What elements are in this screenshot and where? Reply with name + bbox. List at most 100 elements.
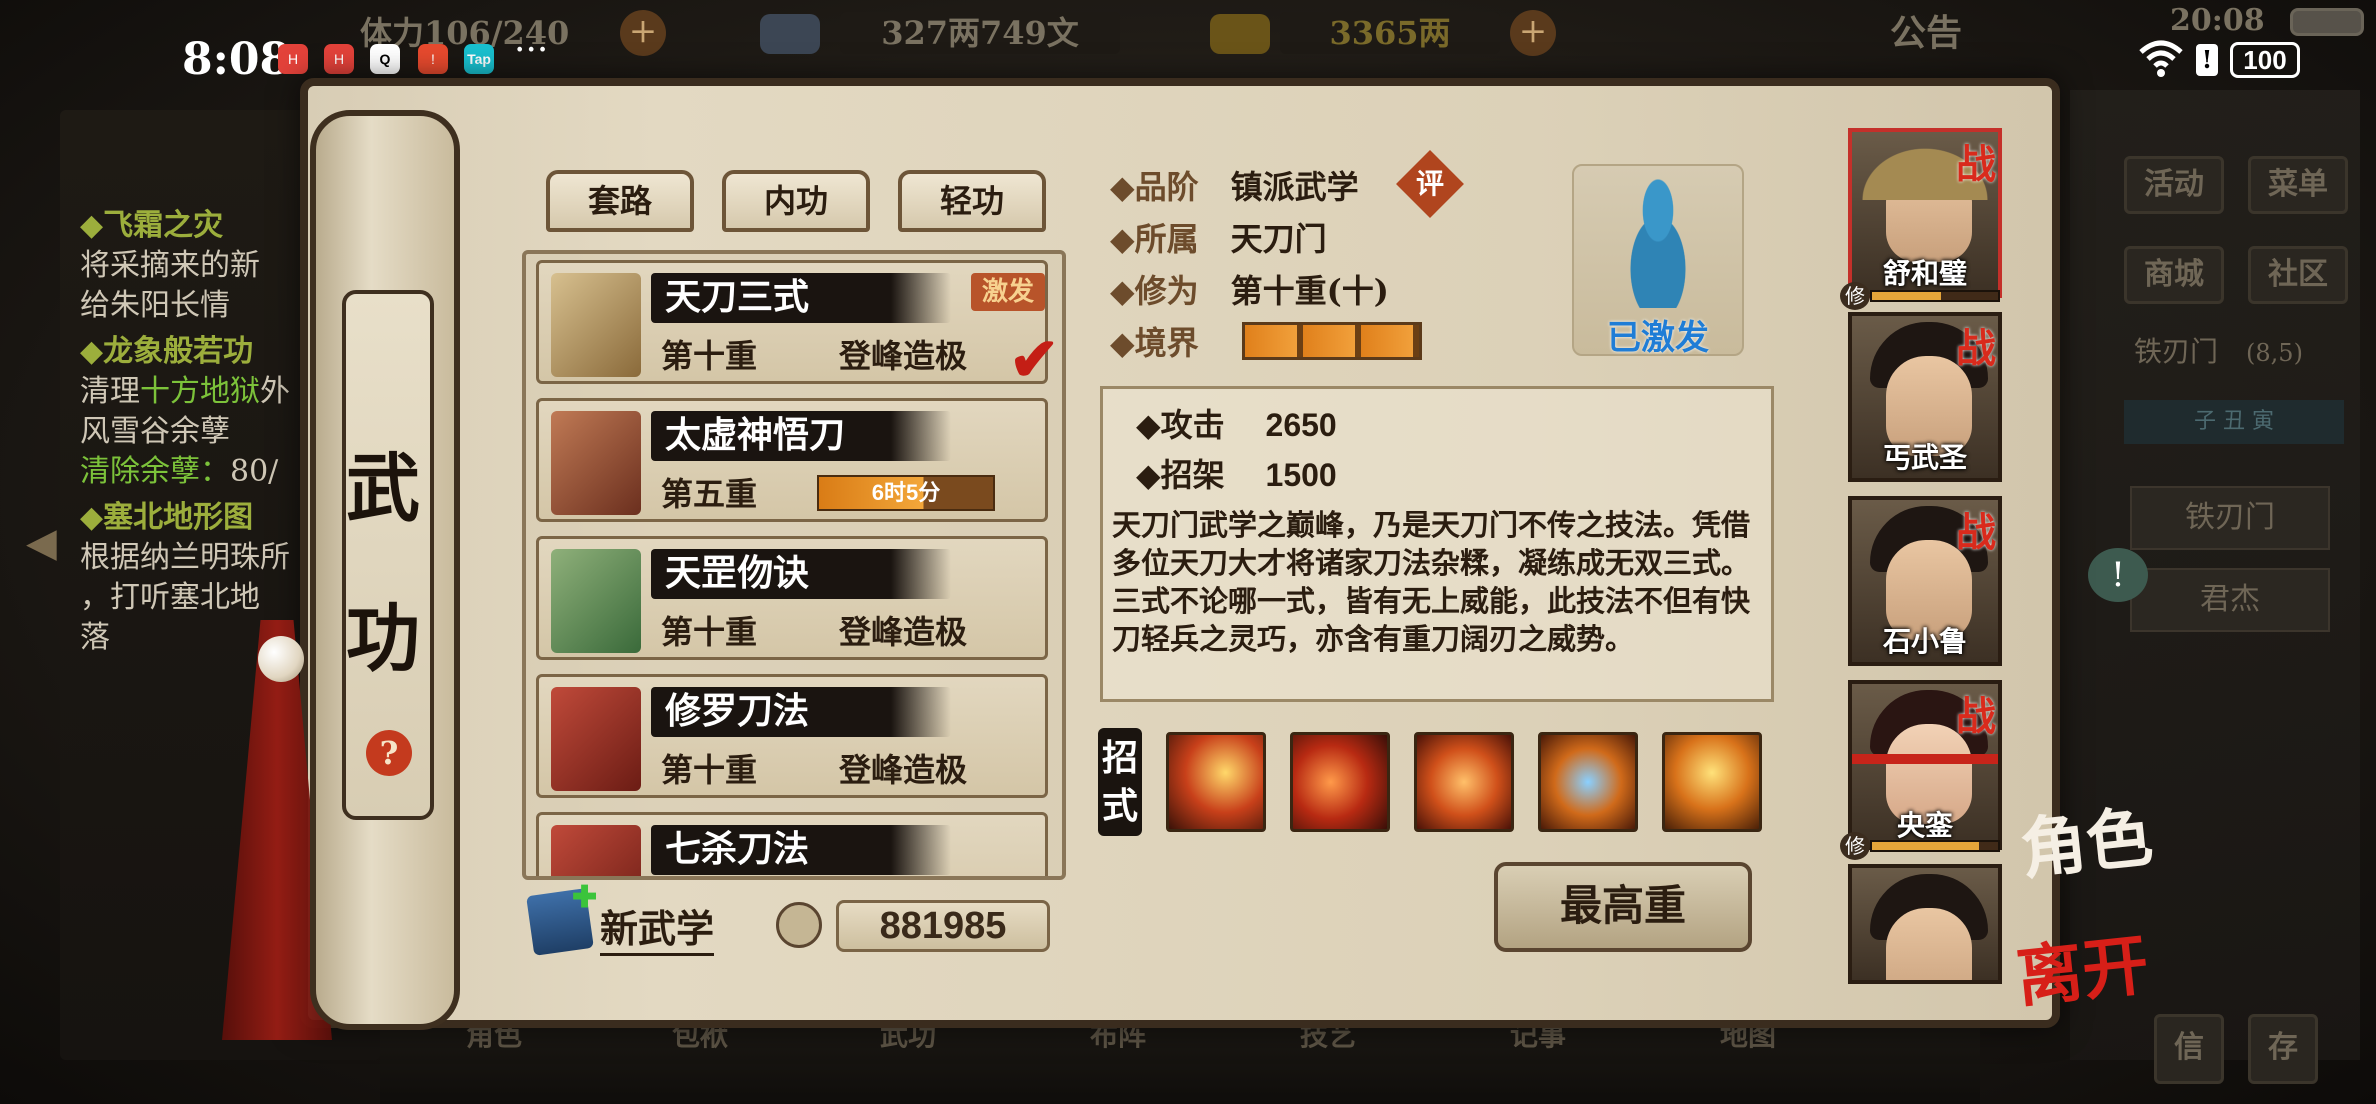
nav-skills[interactable]: 技艺 <box>1300 1020 1390 1090</box>
character-name: 央銮 <box>1896 809 1953 842</box>
character-button[interactable]: 角色 <box>2015 783 2156 892</box>
quest-title: ◆飞霜之灾 <box>80 208 224 243</box>
skill-name: 天罡伆诀 <box>651 549 951 599</box>
skill-rank: 登峰造极 <box>839 751 968 789</box>
move-slot-icon[interactable] <box>1538 732 1638 832</box>
battle-tag: 战 <box>1956 325 1996 372</box>
quest-text: ，打听塞北地 <box>80 580 260 615</box>
tab-lightness[interactable]: 轻功 <box>898 170 1046 232</box>
battle-tag: 战 <box>1956 141 1996 188</box>
save-button[interactable]: 存 <box>2248 1014 2318 1084</box>
list-item[interactable]: 天刀三式 激发 第十重 登峰造极 ✔ <box>536 260 1059 395</box>
quest-text: 风雪谷余孽 <box>80 414 230 449</box>
bead-decoration <box>258 636 304 682</box>
points-icon <box>776 902 822 948</box>
add-stamina-button[interactable]: + <box>620 10 666 56</box>
character-card[interactable]: 战 舒和璧 <box>1848 128 2002 298</box>
cultivation-progress <box>1870 840 2000 852</box>
skill-points: 881985 <box>836 900 1050 952</box>
quest-list[interactable]: ◆飞霜之灾 将采摘来的新 给朱阳长情 ◆龙象般若功 清理十方地狱外 风雪谷余孽 … <box>80 206 290 658</box>
cultivation-icon: 修 <box>1840 282 1870 310</box>
list-item[interactable]: 太虚神悟刀 第五重 6时5分 <box>536 398 1048 522</box>
shop-button[interactable]: 商城 <box>2124 246 2224 304</box>
book-icon <box>551 687 641 791</box>
nav-journal[interactable]: 记事 <box>1510 1020 1600 1090</box>
quest-text: 将采摘来的新 <box>80 248 260 283</box>
skill-name: 太虚神悟刀 <box>651 411 951 461</box>
tab-routine[interactable]: 套路 <box>546 170 694 232</box>
community-button[interactable]: 社区 <box>2248 246 2348 304</box>
realm-row: ◆境界 <box>1110 324 1199 362</box>
list-item[interactable]: 天罡伆诀 第十重 登峰造极 <box>536 536 1048 660</box>
monk-figure-icon <box>1610 178 1706 308</box>
character-name: 舒和璧 <box>1882 257 1967 290</box>
npc-slot[interactable]: 君杰 <box>2130 568 2330 632</box>
skill-list[interactable]: 天刀三式 激发 第十重 登峰造极 ✔ 太虚神悟刀 第五重 6时5分 天罡伆诀 第… <box>522 250 1066 880</box>
location-info: 铁刃门 (8,5) <box>2134 330 2334 370</box>
skill-level: 第十重 <box>661 337 758 375</box>
battle-tag: 战 <box>1956 509 1996 556</box>
check-icon: ✔ <box>1009 325 1060 395</box>
skill-name: 修罗刀法 <box>651 687 951 737</box>
huawei-icon: H <box>324 44 354 74</box>
quest-title: ◆龙象般若功 <box>80 334 254 369</box>
nav-role[interactable]: 角色 <box>466 1020 556 1090</box>
book-icon <box>551 549 641 653</box>
add-gold-button[interactable]: + <box>1510 10 1556 56</box>
move-slot-icon[interactable] <box>1662 732 1762 832</box>
location-name: 铁刃门 <box>2134 335 2219 368</box>
character-card[interactable]: 战 丐武圣 <box>1848 312 2002 482</box>
new-skill-button[interactable]: 新武学 <box>600 898 715 956</box>
gold-icon <box>1210 14 1270 54</box>
alert-icon: ! <box>2196 44 2218 76</box>
book-icon <box>551 411 641 515</box>
skill-name: 天刀三式 <box>651 273 951 323</box>
nav-martial[interactable]: 武功 <box>880 1020 970 1090</box>
max-level-button[interactable]: 最高重 <box>1494 862 1752 952</box>
realm-progress-bar <box>1242 322 1422 360</box>
location-slot[interactable]: 铁刃门 <box>2130 486 2330 550</box>
letter-button[interactable]: 信 <box>2154 1014 2224 1084</box>
quest-text: 给朱阳长情 <box>80 288 230 323</box>
character-card[interactable] <box>1848 864 2002 984</box>
collapse-arrow-icon[interactable]: ◀ <box>26 520 66 580</box>
quest-text: 清除余孽：80/ <box>80 454 279 489</box>
activity-button[interactable]: 活动 <box>2124 156 2224 214</box>
move-slot-icon[interactable] <box>1414 732 1514 832</box>
tab-inner[interactable]: 内功 <box>722 170 870 232</box>
nav-map[interactable]: 地图 <box>1720 1020 1810 1090</box>
cultivation-icon: 修 <box>1840 832 1870 860</box>
time-dial: 子 丑 寅 <box>2124 400 2344 444</box>
character-name: 丐武圣 <box>1882 441 1967 474</box>
move-slot-icon[interactable] <box>1290 732 1390 832</box>
skill-rank: 登峰造极 <box>839 337 968 375</box>
list-item[interactable]: 七杀刀法 <box>536 812 1048 876</box>
gold-display: 3365两 <box>1280 12 1500 54</box>
list-item[interactable]: 修罗刀法 第十重 登峰造极 <box>536 674 1048 798</box>
game-clock: 20:08 <box>2170 3 2265 38</box>
book-icon <box>551 273 641 377</box>
character-card[interactable]: 战 央銮 <box>1848 680 2002 850</box>
skill-description: 天刀门武学之巅峰，乃是天刀门不传之技法。凭借多位天刀大才将诸家刀法杂糅，凝练成无… <box>1112 508 1751 656</box>
notification-icon: ! <box>418 44 448 74</box>
hint-icon[interactable]: ! <box>2088 548 2148 602</box>
quest-title: ◆塞北地形图 <box>80 500 254 535</box>
menu-button[interactable]: 菜单 <box>2248 156 2348 214</box>
skill-rank: 登峰造极 <box>839 613 968 651</box>
battle-tag: 战 <box>1956 693 1996 740</box>
help-button[interactable]: ? <box>366 730 412 776</box>
leave-button[interactable]: 离开 <box>2011 911 2152 1020</box>
notice-button[interactable]: 公告 <box>1890 12 1962 54</box>
nav-bag[interactable]: 包袱 <box>672 1020 762 1090</box>
location-coords: (8,5) <box>2246 339 2303 367</box>
activated-badge: 激发 <box>971 273 1045 311</box>
money-display: 327两749文 <box>840 12 1120 54</box>
skill-level: 第十重 <box>661 751 758 789</box>
character-card[interactable]: 战 石小鲁 <box>1848 496 2002 666</box>
nav-formation[interactable]: 布阵 <box>1090 1020 1180 1090</box>
move-slot-icon[interactable] <box>1166 732 1266 832</box>
status-clock: 8:08 <box>182 34 291 85</box>
sect-row: ◆所属 天刀门 <box>1110 220 1327 258</box>
skill-level: 第十重 <box>661 613 758 651</box>
quest-text: 根据纳兰明珠所 <box>80 540 290 575</box>
